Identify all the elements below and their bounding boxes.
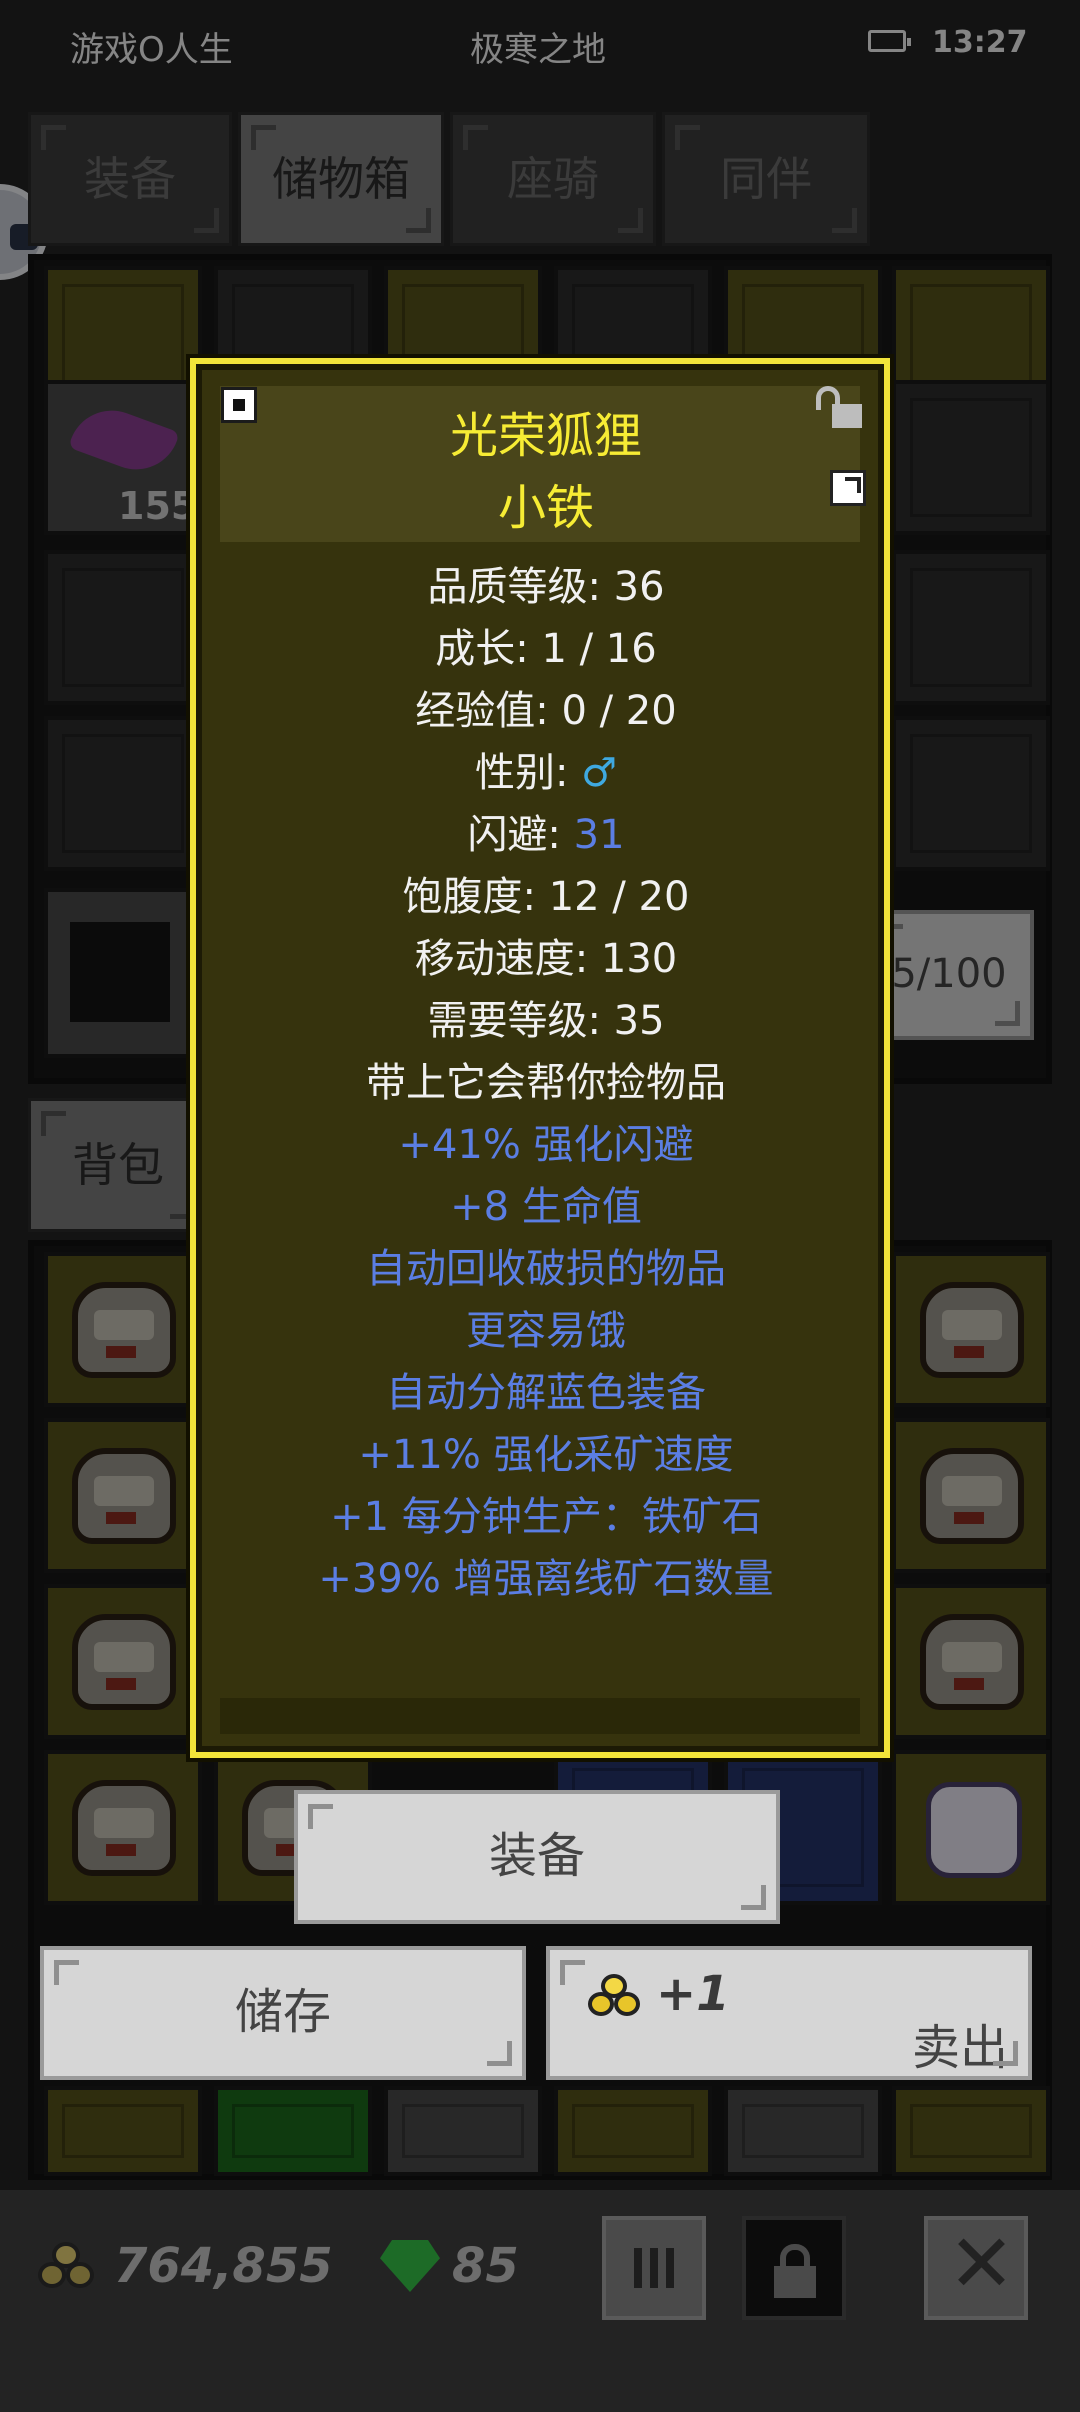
- tooltip-footer: [220, 1698, 860, 1734]
- lock-button[interactable]: [742, 2216, 846, 2320]
- item-nickname: 小铁: [497, 480, 594, 536]
- close-icon: ✕: [948, 2217, 1016, 2310]
- item-name: 光荣狐狸: [449, 408, 642, 464]
- close-button[interactable]: ✕: [924, 2216, 1028, 2320]
- effect-line: 更容易饿: [466, 1308, 626, 1354]
- effect-line: +1 每分钟生产：铁矿石: [330, 1494, 762, 1540]
- gold-ore-icon: [588, 1974, 646, 2020]
- gem-amount: 85: [452, 2238, 519, 2294]
- effect-line: 自动回收破损的物品: [366, 1246, 726, 1292]
- store-button[interactable]: 储存: [40, 1946, 526, 2080]
- equip-label: 装备: [488, 1828, 585, 1884]
- stat-line: 品质等级: 36: [427, 564, 665, 610]
- grid-icon: [634, 2248, 674, 2288]
- stat-line: 需要等级: 35: [427, 998, 665, 1044]
- male-symbol: ♂: [581, 750, 618, 796]
- stat-line: 成长: 1 / 16: [435, 626, 657, 672]
- effect-line: +11% 强化采矿速度: [358, 1432, 734, 1478]
- effect-line: +41% 强化闪避: [398, 1122, 694, 1168]
- gold-ore-icon: [38, 2242, 100, 2292]
- gold-amount: 764,855: [114, 2238, 333, 2294]
- stat-line: 移动速度: 130: [414, 936, 678, 982]
- tooltip-stats: 品质等级: 36 成长: 1 / 16 经验值: 0 / 20 性别: ♂ 闪避…: [196, 556, 896, 1610]
- dodge-value: 31: [573, 812, 625, 858]
- dodge-label: 闪避:: [467, 812, 574, 858]
- stat-line: 饱腹度: 12 / 20: [402, 874, 690, 920]
- stat-line: 带上它会帮你捡物品: [366, 1060, 726, 1106]
- sell-gain: +1: [656, 1966, 730, 2022]
- effect-line: +39% 增强离线矿石数量: [318, 1556, 774, 1602]
- sell-label: 卖出: [911, 2020, 1008, 2076]
- effect-line: +8 生命值: [450, 1184, 642, 1230]
- bottom-bar: 764,855 85 ✕: [0, 2190, 1080, 2412]
- gender-label: 性别:: [474, 750, 582, 796]
- equip-button[interactable]: 装备: [294, 1790, 780, 1924]
- sell-button[interactable]: +1 卖出: [546, 1946, 1032, 2080]
- item-tooltip: 光荣狐狸 小铁 品质等级: 36 成长: 1 / 16 经验值: 0 / 20 …: [186, 354, 894, 1762]
- grid-view-button[interactable]: [602, 2216, 706, 2320]
- dodge-line: 闪避: 31: [196, 804, 896, 866]
- stat-line: 经验值: 0 / 20: [415, 688, 677, 734]
- gender-line: 性别: ♂: [196, 742, 896, 804]
- gem-icon: [380, 2240, 440, 2292]
- effect-line: 自动分解蓝色装备: [386, 1370, 706, 1416]
- store-label: 储存: [234, 1984, 331, 2040]
